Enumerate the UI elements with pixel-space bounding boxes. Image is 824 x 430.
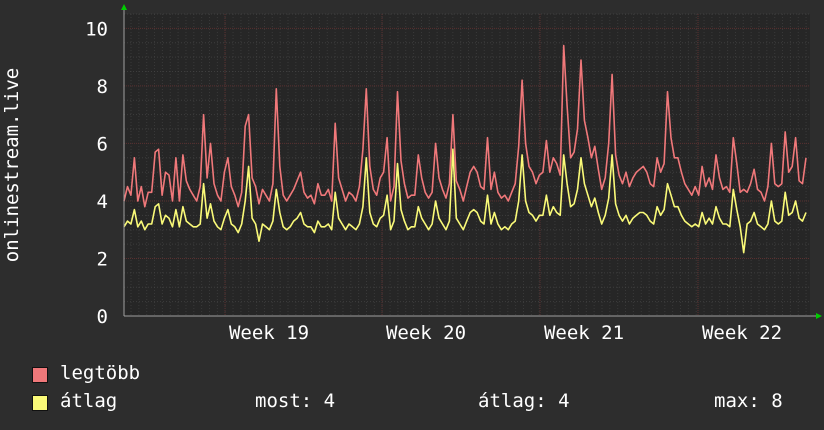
- stat-average: átlag: 4: [478, 390, 570, 412]
- chart-root: 0 2 4 6 8 10 Week 19 Week 20 Week 21 Week 22 onl…: [0, 0, 824, 430]
- y-tick-label: 0: [97, 306, 108, 328]
- y-tick-labels: 0 2 4 6 8 10: [85, 18, 108, 328]
- y-axis-arrow-icon: [121, 4, 127, 10]
- stat-max: max: 8: [714, 390, 783, 412]
- y-tick-label: 2: [97, 248, 108, 270]
- legend-swatch-legtobb: [32, 367, 48, 383]
- x-tick-label: Week 22: [702, 322, 782, 344]
- y-axis-label: onlinestream.live: [1, 68, 23, 262]
- legend-label-atlag: átlag: [60, 390, 118, 412]
- y-tick-label: 10: [85, 18, 108, 40]
- x-tick-labels: Week 19 Week 20 Week 21 Week 22: [229, 322, 782, 344]
- y-tick-label: 4: [97, 191, 108, 213]
- stat-now: most: 4: [255, 390, 336, 412]
- legend-swatch-atlag: [32, 395, 48, 411]
- legend-label-legtobb: legtöbb: [60, 362, 141, 384]
- x-tick-label: Week 20: [386, 322, 466, 344]
- x-axis-arrow-icon: [816, 313, 822, 319]
- x-tick-label: Week 19: [229, 322, 309, 344]
- x-tick-label: Week 21: [544, 322, 624, 344]
- y-tick-label: 8: [97, 76, 108, 98]
- y-tick-label: 6: [97, 133, 108, 155]
